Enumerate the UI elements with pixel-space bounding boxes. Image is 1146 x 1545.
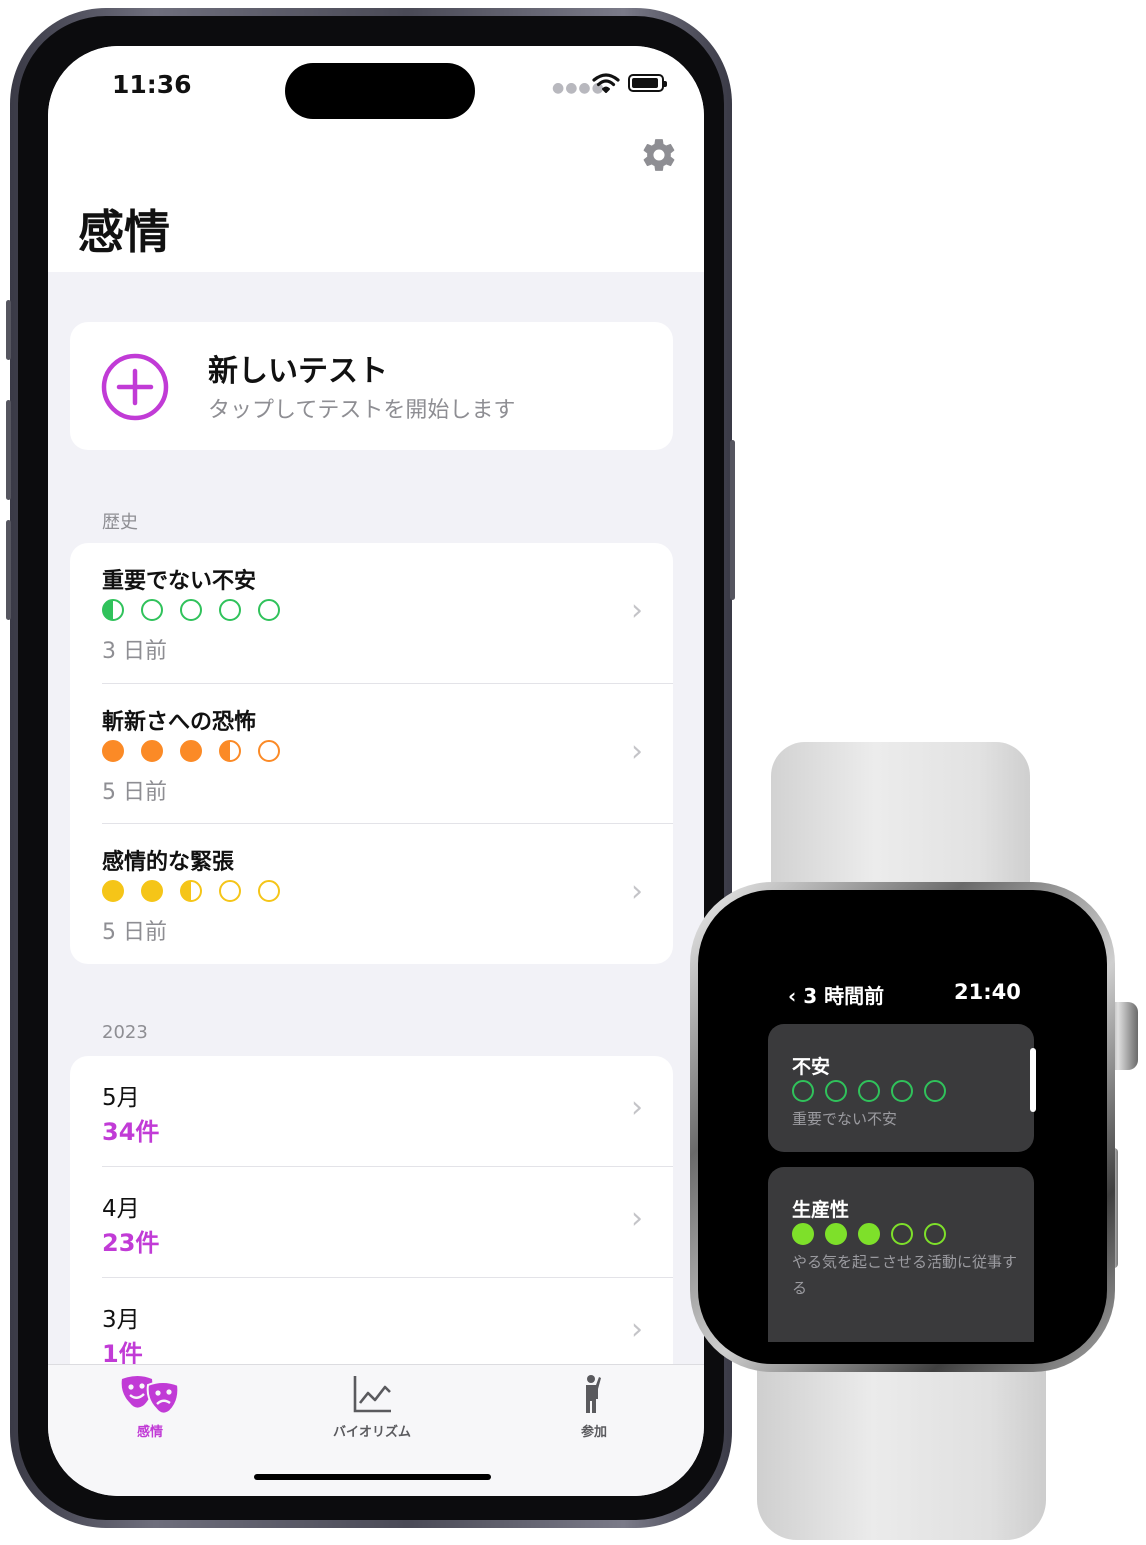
- rating-dot-empty: [219, 880, 241, 902]
- watch-card-subtitle: 重要でない不安: [792, 1110, 898, 1128]
- tab-label: バイオリズム: [332, 1425, 411, 1440]
- rating-dots: [102, 740, 280, 768]
- rating-dot-empty: [180, 599, 202, 621]
- rating-dot-empty: [825, 1080, 847, 1102]
- watch-card-title: 不安: [792, 1056, 831, 1078]
- person-icon: [586, 1375, 601, 1413]
- history-row-title: 感情的な緊張: [102, 850, 235, 875]
- month-count: 34件: [102, 1118, 160, 1146]
- history-row-date: 5 日前: [102, 920, 167, 945]
- watch-card[interactable]: 不安 重要でない不安: [768, 1024, 1034, 1152]
- rating-dot-half: [219, 740, 241, 762]
- status-bar: 11:36 ●●●●: [48, 46, 704, 136]
- action-button: [6, 300, 11, 360]
- history-row[interactable]: 感情的な緊張 5 日前 ›: [70, 824, 673, 964]
- rating-dot-full: [141, 740, 163, 762]
- theater-masks-icon: [121, 1376, 180, 1415]
- month-list: 5月 34件 › 4月 23件 › 3月 1件 ›: [70, 1056, 673, 1396]
- rating-dot-empty: [258, 599, 280, 621]
- month-row[interactable]: 4月 23件 ›: [70, 1167, 673, 1277]
- watch-card[interactable]: 生産性 やる気を起こさせる活動に従事する: [768, 1167, 1034, 1342]
- year-section-label: 2023: [102, 1022, 148, 1043]
- gear-icon[interactable]: [640, 136, 678, 174]
- scroll-indicator: [1030, 1048, 1036, 1112]
- new-test-subtitle: タップしてテストを開始します: [208, 398, 516, 423]
- history-list: 重要でない不安 3 日前 › 斬新さへの恐怖 5 日前 › 感情的な緊張 5 日…: [70, 543, 673, 964]
- rating-dot-empty: [891, 1080, 913, 1102]
- watch-card-subtitle: やる気を起こさせる活動に従事する: [792, 1253, 1018, 1297]
- watch-card-title: 生産性: [792, 1199, 850, 1221]
- watch-time: 21:40: [954, 980, 1021, 1004]
- chevron-right-icon: ›: [631, 1090, 643, 1125]
- tab-emotions[interactable]: 感情: [80, 1373, 220, 1440]
- volume-down-button: [6, 520, 11, 620]
- history-row-date: 3 日前: [102, 639, 167, 664]
- watch-back-button[interactable]: ‹ 3 時間前: [788, 980, 884, 1009]
- rating-dot-full: [180, 740, 202, 762]
- phone-screen: 11:36 ●●●● 感情 新しいテスト タップしてテストを開始します 歴史 重…: [48, 46, 704, 1496]
- dynamic-island: [285, 63, 475, 119]
- power-button: [730, 440, 735, 600]
- chevron-right-icon: ›: [631, 1312, 643, 1347]
- add-circle-icon: [101, 353, 169, 421]
- rating-dot-empty: [858, 1080, 880, 1102]
- tab-label: 感情: [136, 1425, 163, 1440]
- new-test-title: 新しいテスト: [208, 354, 388, 389]
- rating-dot-full: [141, 880, 163, 902]
- page-title: 感情: [78, 205, 170, 259]
- history-row-title: 斬新さへの恐怖: [102, 710, 257, 735]
- history-row-date: 5 日前: [102, 780, 167, 805]
- rating-dot-half: [102, 599, 124, 621]
- watch-rating-dots: [792, 1080, 946, 1102]
- rating-dots: [102, 880, 280, 908]
- rating-dot-full: [858, 1223, 880, 1245]
- watch-band-bottom: [757, 1350, 1046, 1540]
- chevron-right-icon: ›: [631, 1201, 643, 1236]
- rating-dot-full: [825, 1223, 847, 1245]
- rating-dot-empty: [924, 1080, 946, 1102]
- month-title: 4月: [102, 1196, 140, 1222]
- tab-join[interactable]: 参加: [524, 1373, 664, 1440]
- chevron-left-icon: ‹: [788, 984, 804, 1008]
- month-row[interactable]: 5月 34件 ›: [70, 1056, 673, 1166]
- chevron-right-icon: ›: [631, 593, 643, 628]
- watch-screen: ‹ 3 時間前 21:40 不安 重要でない不安 生産性 やる気を起こさせる活動…: [720, 912, 1085, 1342]
- wifi-icon: [592, 73, 620, 93]
- rating-dot-half: [180, 880, 202, 902]
- rating-dots: [102, 599, 280, 627]
- rating-dot-empty: [258, 740, 280, 762]
- chevron-right-icon: ›: [631, 734, 643, 769]
- month-count: 23件: [102, 1229, 160, 1257]
- status-time: 11:36: [112, 70, 192, 99]
- rating-dot-empty: [891, 1223, 913, 1245]
- rating-dot-empty: [258, 880, 280, 902]
- new-test-card[interactable]: 新しいテスト タップしてテストを開始します: [70, 322, 673, 450]
- rating-dot-empty: [924, 1223, 946, 1245]
- month-title: 3月: [102, 1307, 140, 1333]
- watch-back-label: 3 時間前: [803, 984, 885, 1008]
- line-chart-icon: [353, 1376, 391, 1413]
- history-section-label: 歴史: [102, 512, 138, 533]
- month-title: 5月: [102, 1085, 140, 1111]
- rating-dot-full: [102, 880, 124, 902]
- home-indicator: [254, 1474, 491, 1480]
- rating-dot-empty: [219, 599, 241, 621]
- rating-dot-full: [792, 1223, 814, 1245]
- history-row-title: 重要でない不安: [102, 569, 257, 594]
- rating-dot-empty: [141, 599, 163, 621]
- tab-label: 参加: [580, 1425, 607, 1440]
- tab-biorhythm[interactable]: バイオリズム: [302, 1373, 442, 1440]
- history-row[interactable]: 斬新さへの恐怖 5 日前 ›: [70, 684, 673, 824]
- rating-dot-empty: [792, 1080, 814, 1102]
- watch-rating-dots: [792, 1223, 946, 1245]
- rating-dot-full: [102, 740, 124, 762]
- chevron-right-icon: ›: [631, 874, 643, 909]
- volume-up-button: [6, 400, 11, 500]
- battery-icon: [628, 74, 667, 92]
- history-row[interactable]: 重要でない不安 3 日前 ›: [70, 543, 673, 683]
